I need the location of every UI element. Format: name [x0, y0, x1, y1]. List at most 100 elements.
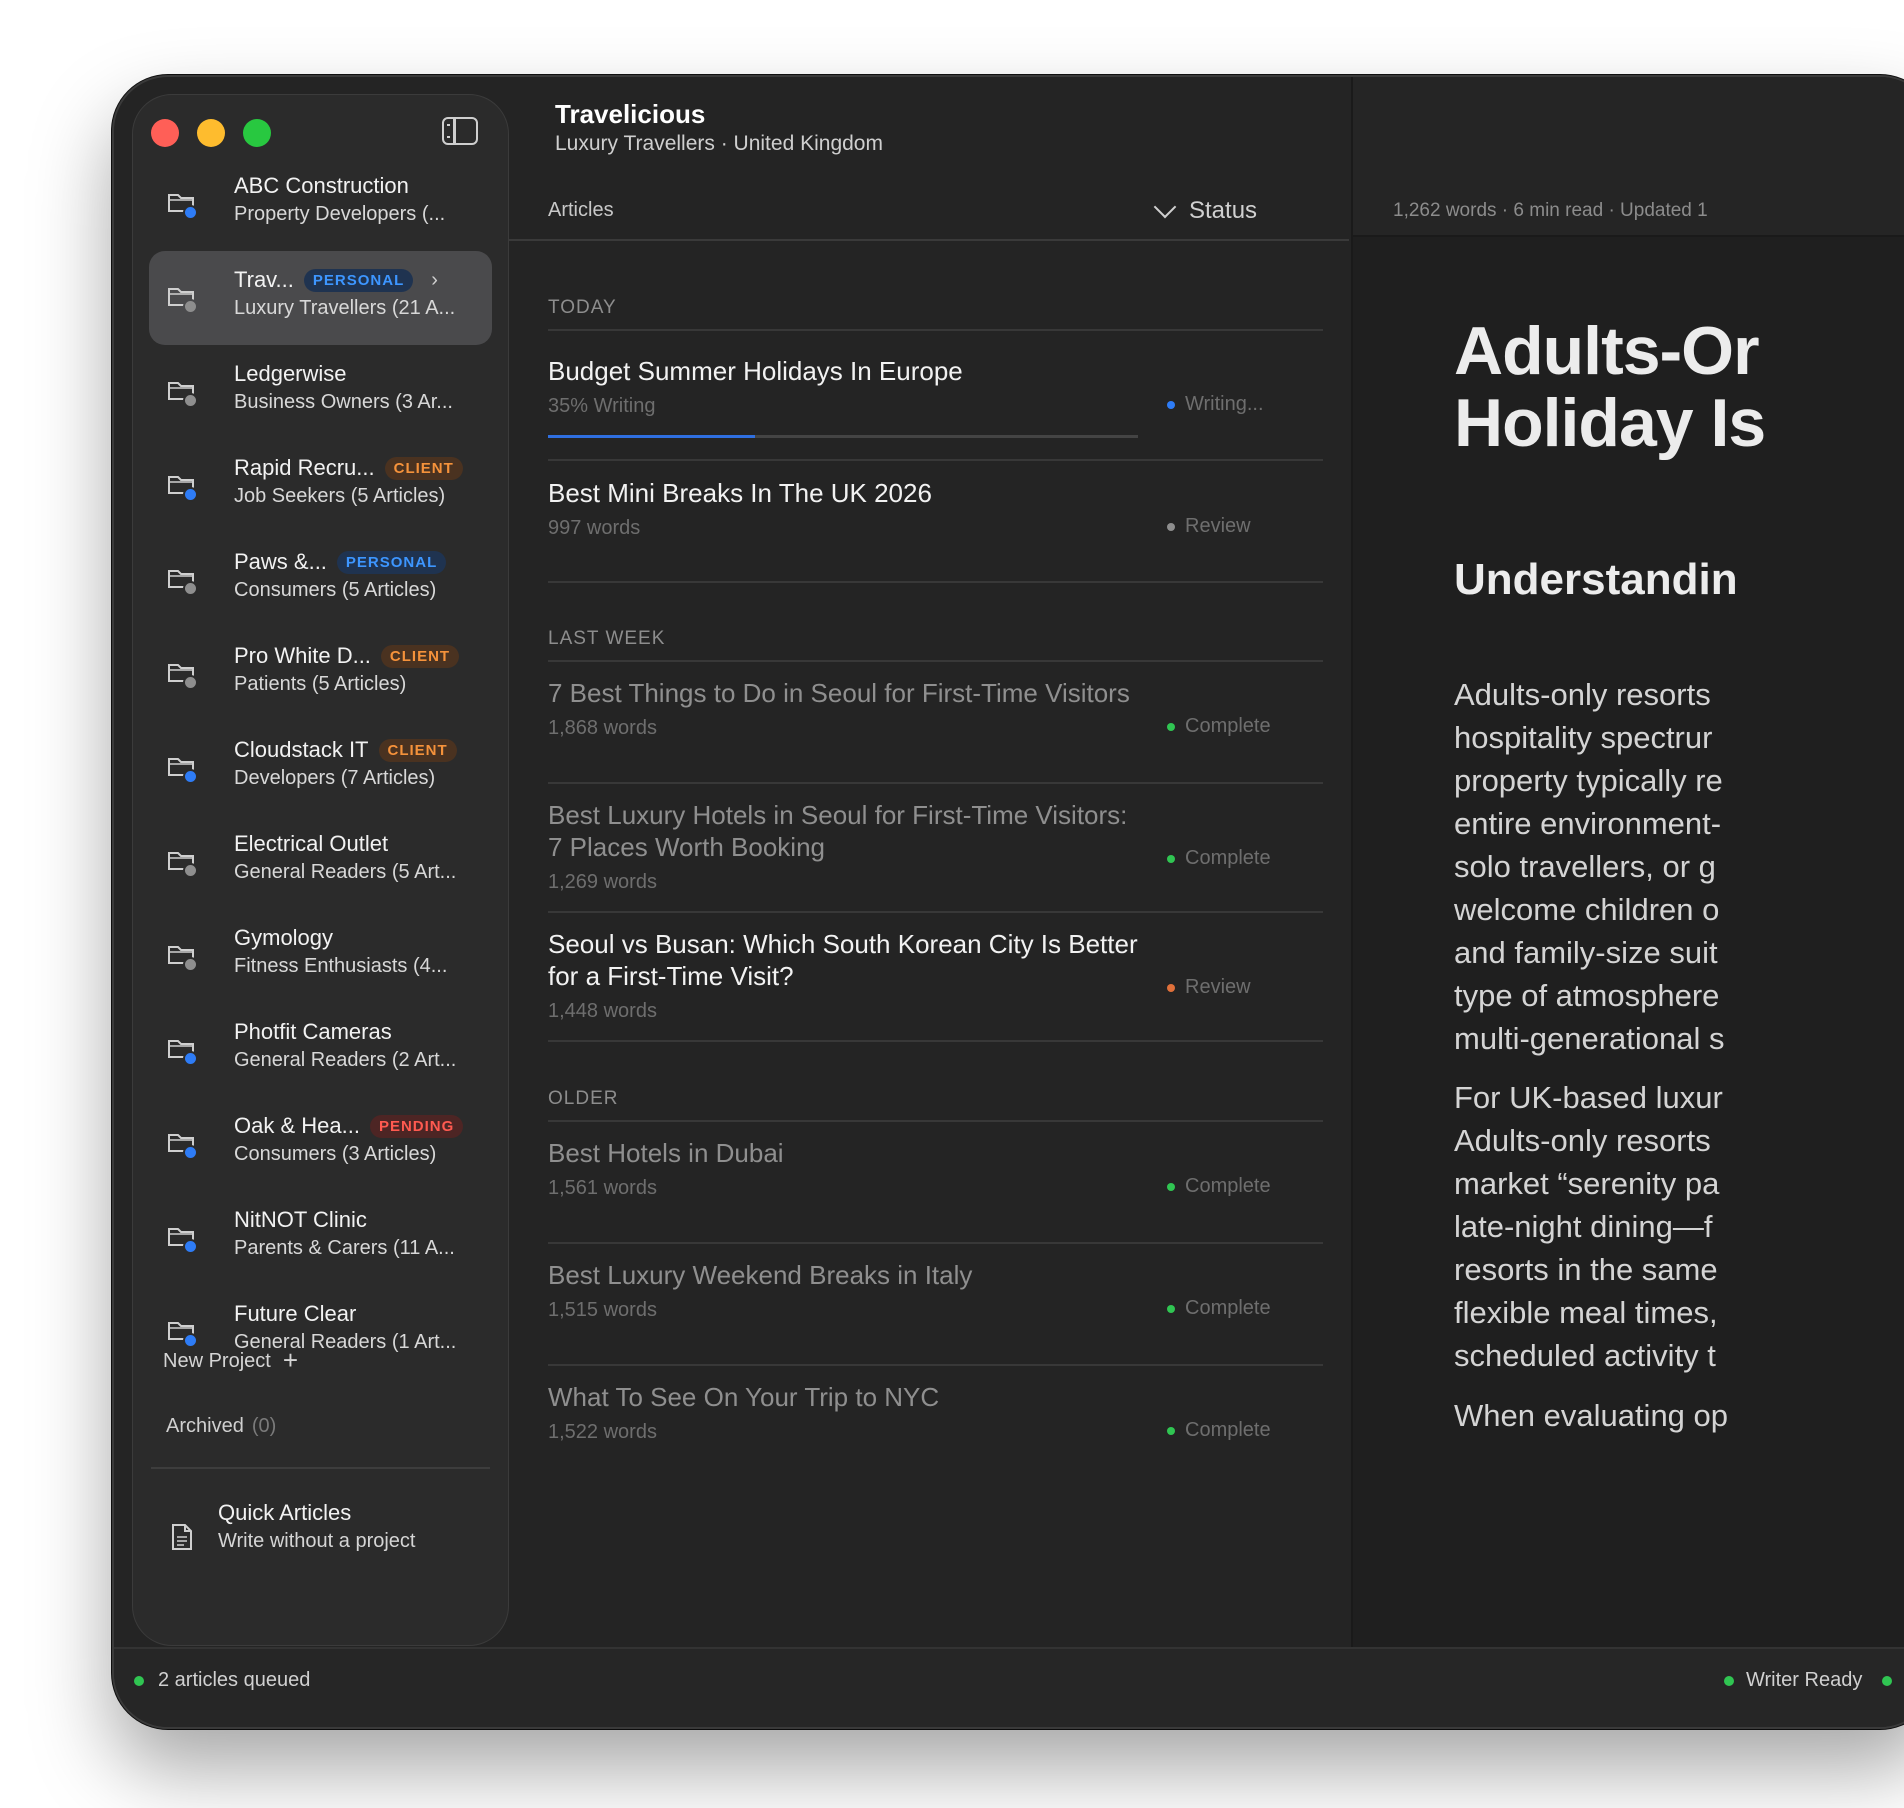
status-dot-icon	[1167, 522, 1175, 531]
archived-label: Archived	[166, 1415, 244, 1437]
article-row[interactable]: Best Mini Breaks In The UK 2026 997 words…	[548, 477, 1323, 540]
sidebar-project-item[interactable]: ABC Construction Property Developers (...	[149, 157, 492, 251]
article-title: 7 Best Things to Do in Seoul for First-T…	[548, 678, 1130, 708]
article-heading-line: Adults-Or	[1454, 313, 1760, 389]
paragraph-line: hospitality spectrur	[1454, 720, 1713, 755]
archived-section[interactable]: Archived (0)	[166, 1415, 276, 1438]
project-audience: Job Seekers (5 Articles)	[234, 485, 446, 507]
article-status: Review	[1167, 976, 1251, 999]
project-list: ABC Construction Property Developers (...…	[133, 157, 508, 1379]
article-status: Complete	[1167, 715, 1271, 738]
section-divider	[548, 1120, 1323, 1122]
paragraph-line: welcome children o	[1454, 892, 1720, 927]
article-row[interactable]: Best Hotels in Dubai 1,561 words Complete	[548, 1137, 1323, 1200]
project-name-text: Pro White D...	[234, 643, 371, 668]
zoom-window-button[interactable]	[243, 119, 271, 147]
chevron-right-icon[interactable]: ›	[431, 269, 438, 292]
sync-badge-icon	[183, 1051, 198, 1066]
article-title: Budget Summer Holidays In Europe	[548, 356, 963, 386]
progress-fill	[548, 435, 755, 438]
project-audience: Property Developers (...	[234, 203, 446, 225]
article-status-text: Complete	[1185, 715, 1271, 737]
project-name: Cloudstack IT CLIENT	[234, 735, 492, 765]
paragraph-line: flexible meal times,	[1454, 1295, 1718, 1330]
status-dot-icon	[134, 1675, 144, 1686]
queue-status: 2 articles queued	[134, 1669, 310, 1692]
project-name: Paws &... PERSONAL	[234, 547, 492, 577]
sidebar-project-item[interactable]: Gymology Fitness Enthusiasts (4...	[149, 909, 492, 1003]
paragraph-line: Adults-only resorts	[1454, 1123, 1711, 1158]
paragraph-line: For UK-based luxur	[1454, 1080, 1723, 1115]
new-project-button[interactable]: New Project +	[163, 1345, 298, 1376]
project-name-text: Rapid Recru...	[234, 455, 375, 480]
sidebar-project-item[interactable]: Oak & Hea... PENDING Consumers (3 Articles…	[149, 1097, 492, 1191]
row-divider	[548, 581, 1323, 583]
status-dot-icon	[1167, 1304, 1175, 1313]
article-row[interactable]: Best Luxury Hotels in Seoul for First-Ti…	[548, 799, 1323, 894]
sidebar-project-item[interactable]: Ledgerwise Business Owners (3 Ar...	[149, 345, 492, 439]
project-name: Pro White D... CLIENT	[234, 641, 492, 671]
article-title: Seoul vs Busan: Which South Korean City …	[548, 929, 1138, 991]
article-row[interactable]: 7 Best Things to Do in Seoul for First-T…	[548, 677, 1323, 740]
minimize-window-button[interactable]	[197, 119, 225, 147]
sidebar-project-item[interactable]: Electrical Outlet General Readers (5 Art.…	[149, 815, 492, 909]
paragraph-line: Adults-only resorts	[1454, 677, 1711, 712]
sidebar-project-item[interactable]: Photfit Cameras General Readers (2 Art...	[149, 1003, 492, 1097]
article-row[interactable]: Seoul vs Busan: Which South Korean City …	[548, 928, 1323, 1023]
paragraph-line: property typically re	[1454, 763, 1723, 798]
sidebar-toggle-icon[interactable]	[442, 117, 478, 145]
project-name-text: Paws &...	[234, 549, 327, 574]
status-dot-icon	[1167, 1182, 1175, 1191]
document-icon	[172, 1524, 192, 1550]
article-status: Complete	[1167, 1419, 1271, 1442]
status-sort-button[interactable]: Status	[1153, 195, 1257, 225]
status-dot-icon	[1167, 722, 1175, 731]
project-name-text: Gymology	[234, 925, 334, 950]
article-paragraph: For UK-based luxur Adults-only resorts mar…	[1454, 1076, 1723, 1377]
article-row[interactable]: What To See On Your Trip to NYC 1,522 wor…	[548, 1381, 1323, 1444]
sidebar-project-item[interactable]: Pro White D... CLIENT Patients (5 Articles…	[149, 627, 492, 721]
paragraph-line: entire environment-	[1454, 806, 1722, 841]
paragraph-line: resorts in the same	[1454, 1252, 1718, 1287]
status-bar: 2 articles queued Writer Ready	[114, 1647, 1904, 1727]
project-tag-badge: CLIENT	[378, 738, 457, 762]
status-dot-icon	[1724, 1675, 1734, 1686]
sidebar-project-item[interactable]: Trav... PERSONAL › Luxury Travellers (21 A.…	[149, 251, 492, 345]
sync-badge-icon	[183, 1145, 198, 1160]
sync-badge-icon	[183, 769, 198, 784]
article-status: Complete	[1167, 847, 1271, 870]
paragraph-line: solo travellers, or g	[1454, 849, 1716, 884]
quick-articles-item[interactable]: Quick Articles Write without a project	[218, 1500, 416, 1553]
sidebar-project-item[interactable]: NitNOT Clinic Parents & Carers (11 A...	[149, 1191, 492, 1285]
quick-articles-subtitle: Write without a project	[218, 1530, 416, 1552]
plus-icon: +	[282, 1345, 298, 1375]
article-row[interactable]: Budget Summer Holidays In Europe 35% Writ…	[548, 355, 1323, 438]
sync-badge-icon	[183, 205, 198, 220]
status-dot-icon	[1882, 1675, 1893, 1686]
status-badge-icon	[183, 675, 198, 690]
article-status: Writing...	[1167, 393, 1264, 416]
row-divider	[548, 782, 1323, 784]
section-today: TODAY	[548, 297, 617, 318]
app-window: ABC Construction Property Developers (...…	[112, 75, 1904, 1729]
sidebar-project-item[interactable]: Rapid Recru... CLIENT Job Seekers (5 Artic…	[149, 439, 492, 533]
article-row[interactable]: Best Luxury Weekend Breaks in Italy 1,515…	[548, 1259, 1323, 1322]
project-name: Future Clear	[234, 1299, 492, 1329]
project-name-text: Ledgerwise	[234, 361, 347, 386]
preview-toolbar: 1,262 words · 6 min read · Updated 1	[1353, 77, 1904, 237]
article-title: Best Hotels in Dubai	[548, 1138, 784, 1168]
article-meta: 1,448 words	[548, 1000, 657, 1022]
row-divider	[548, 911, 1323, 913]
section-divider	[548, 660, 1323, 662]
project-name-text: Trav...	[234, 267, 294, 292]
article-status-text: Complete	[1185, 1175, 1271, 1197]
sidebar-project-item[interactable]: Cloudstack IT CLIENT Developers (7 Article…	[149, 721, 492, 815]
project-name-text: NitNOT Clinic	[234, 1207, 367, 1232]
paragraph-line: multi-generational s	[1454, 1021, 1725, 1056]
close-window-button[interactable]	[151, 119, 179, 147]
project-name: Photfit Cameras	[234, 1017, 492, 1047]
status-badge-icon	[183, 957, 198, 972]
project-tag-badge: CLIENT	[380, 644, 460, 668]
sidebar-project-item[interactable]: Paws &... PERSONAL Consumers (5 Articles)	[149, 533, 492, 627]
article-title: What To See On Your Trip to NYC	[548, 1382, 940, 1412]
